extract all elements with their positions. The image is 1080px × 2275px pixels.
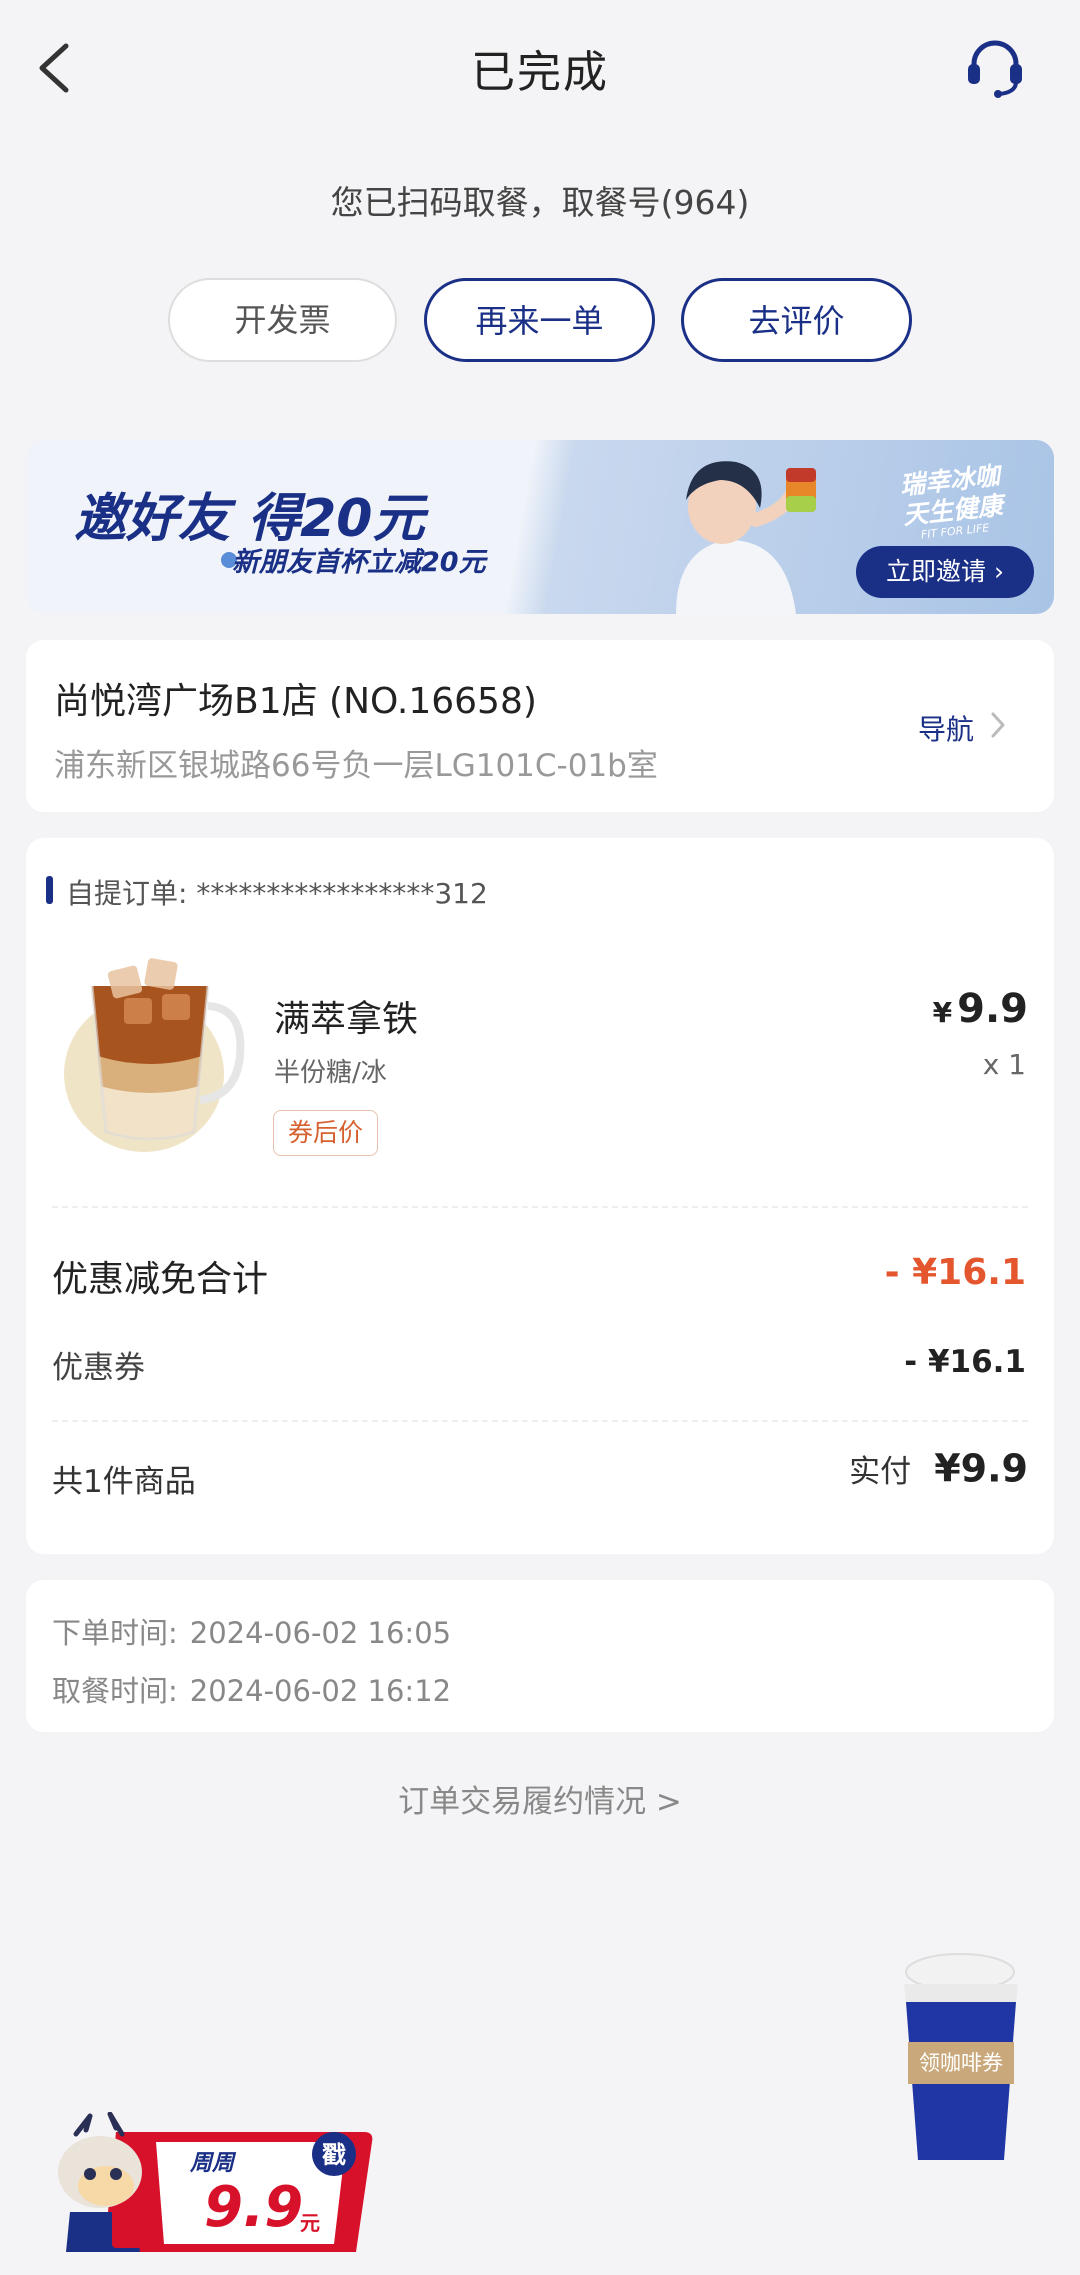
weekly-promo-float[interactable]: 周周 9.9 元 戳 [56,2112,376,2262]
store-card [26,640,1054,812]
item-count: 共1件商品 [52,1464,196,1500]
review-button[interactable]: 去评价 [681,278,912,362]
promo-unit: 元 [300,2211,320,2235]
pickup-status: 您已扫码取餐，取餐号(964) [330,183,750,222]
navigate-link[interactable]: 导航 [918,708,974,748]
pickup-time: 2024-06-02 16:12 [189,1674,452,1708]
banner-model-image [676,461,816,614]
promo-badge: 戳 [322,2141,346,2169]
coupon-price-tag: 券后价 [273,1110,379,1156]
coupon-value: - ¥16.1 [904,1344,1026,1380]
product-quantity: x 1 [982,1048,1026,1081]
store-address: 浦东新区银城路66号负一层LG101C-01b室 [54,748,658,784]
currency-symbol: ¥ [932,996,953,1029]
divider [52,1420,1028,1422]
order-time: 2024-06-02 16:05 [189,1616,452,1650]
reorder-button[interactable]: 再来一单 [424,278,655,362]
discount-label: 优惠减免合计 [52,1259,269,1300]
paid-value: ¥9.9 [934,1446,1028,1491]
store-name: 尚悦湾广场B1店 (NO.16658) [54,681,537,722]
chevron-right-icon[interactable] [988,710,1008,740]
discount-total: - ¥16.1 [884,1252,1026,1293]
invite-banner[interactable]: 邀好友 得20元 新朋友首杯立减20元 瑞幸冰咖 天生健康 FIT FOR LI… [26,440,1054,614]
price-value: 9.9 [957,986,1028,1032]
latte-image [64,958,245,1152]
coupon-label: 优惠券 [52,1350,145,1386]
order-number: 自提订单: *****************312 [66,877,488,910]
product-spec: 半份糖/冰 [274,1058,387,1088]
invite-button[interactable]: 立即邀请 › [856,546,1034,598]
coupon-cup-label: 领咖啡券 [919,2051,1003,2075]
coffee-coupon-float[interactable]: 领咖啡券 [896,1948,1026,2168]
promo-week: 周周 [189,2151,237,2176]
headset-icon[interactable] [962,34,1028,100]
order-time-row: 下单时间: 2024-06-02 16:05 [52,1616,452,1650]
product-price: ¥ 9.9 [933,986,1028,1032]
fulfillment-link[interactable]: 订单交易履约情况 > [0,1776,1080,1821]
paid-amount: 实付 ¥9.9 [849,1446,1028,1491]
pickup-time-row: 取餐时间: 2024-06-02 16:12 [52,1674,452,1708]
invoice-button[interactable]: 开发票 [168,278,397,362]
order-accent-bar [46,876,53,904]
banner-subline: 新朋友首杯立减20元 [232,547,486,578]
product-name: 满萃拿铁 [274,999,419,1040]
paid-label: 实付 [849,1454,912,1490]
promo-price: 9.9 [204,2175,303,2240]
page-title: 已完成 [471,47,609,98]
divider [52,1206,1028,1208]
banner-slogan: 瑞幸冰咖 天生健康 FIT FOR LIFE [898,460,1005,542]
chevron-right-icon: › [993,557,1004,586]
